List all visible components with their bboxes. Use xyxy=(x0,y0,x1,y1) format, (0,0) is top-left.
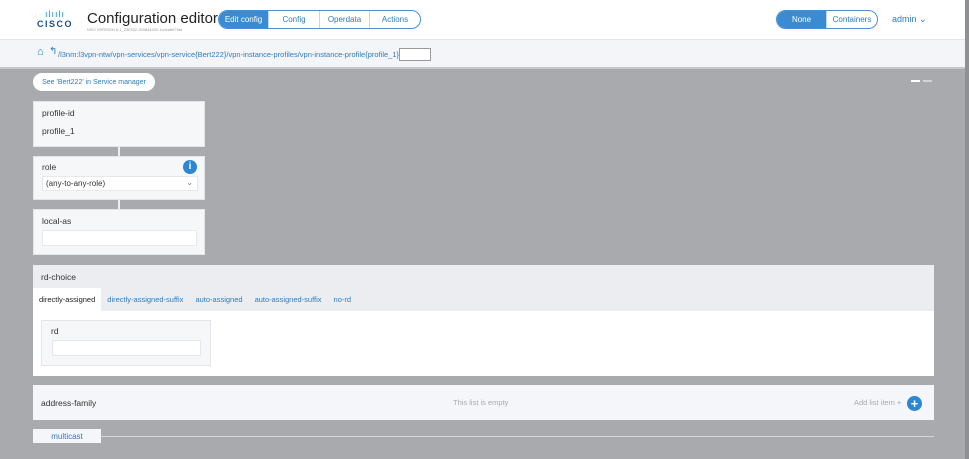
add-list-item-label[interactable]: Add list item + xyxy=(854,398,901,407)
tab-no-rd[interactable]: no-rd xyxy=(328,288,358,311)
address-family-label: address-family xyxy=(41,398,97,408)
address-family-list: address-family This list is empty Add li… xyxy=(33,385,934,420)
containers-view-button[interactable]: Containers xyxy=(827,11,877,28)
path-input[interactable] xyxy=(399,48,431,61)
info-icon[interactable]: i xyxy=(183,160,197,174)
rd-input[interactable] xyxy=(52,340,201,356)
app-title: Configuration editor xyxy=(87,10,218,27)
user-menu[interactable]: admin ⌄ xyxy=(892,14,927,25)
profile-id-label: profile-id xyxy=(42,108,75,118)
edit-config-tab[interactable]: Edit config xyxy=(219,11,269,28)
none-view-button[interactable]: None xyxy=(777,11,827,28)
cisco-logo: ılıılı cisco xyxy=(36,9,73,30)
tab-auto-assigned-suffix[interactable]: auto-assigned-suffix xyxy=(249,288,328,311)
role-value: (any-to-any-role) xyxy=(46,179,106,188)
rd-choice-tabs: directly-assigned directly-assigned-suff… xyxy=(33,288,357,311)
local-as-card: local-as xyxy=(33,209,205,255)
tab-auto-assigned[interactable]: auto-assigned xyxy=(189,288,248,311)
keypath-breadcrumb[interactable]: /l3nm:l3vpn-ntw/vpn-services/vpn-service… xyxy=(58,50,401,59)
empty-list-text: This list is empty xyxy=(453,398,509,407)
rd-choice-label: rd-choice xyxy=(41,272,76,282)
add-list-item-button[interactable]: + xyxy=(907,396,922,411)
rd-card: rd xyxy=(41,320,211,366)
view-toggle[interactable] xyxy=(911,74,935,82)
user-name: admin xyxy=(892,14,917,24)
version-label: NSO VERSION 6.1_230322.150844420.1cdcafe… xyxy=(87,27,183,32)
home-icon[interactable]: ⌂ xyxy=(37,46,44,58)
role-label: role xyxy=(42,162,57,172)
operdata-tab[interactable]: Operdata xyxy=(320,11,370,28)
profile-id-card: profile-id profile_1 xyxy=(33,101,205,147)
service-manager-button[interactable]: See 'Bert222' in Service manager xyxy=(33,73,155,91)
role-select[interactable]: (any-to-any-role) ⌄ xyxy=(42,176,198,191)
tab-directly-assigned[interactable]: directly-assigned xyxy=(33,288,102,311)
config-tab[interactable]: Config xyxy=(269,11,320,28)
local-as-input[interactable] xyxy=(42,230,197,246)
local-as-label: local-as xyxy=(42,216,72,226)
chevron-down-icon: ⌄ xyxy=(919,14,927,24)
rd-label: rd xyxy=(51,326,59,336)
window-edge xyxy=(965,0,969,459)
actions-tab[interactable]: Actions xyxy=(370,11,420,28)
chevron-down-icon: ⌄ xyxy=(186,178,193,187)
mode-switcher: Edit config Config Operdata Actions xyxy=(218,10,421,29)
up-level-icon[interactable]: ↰ xyxy=(49,46,57,57)
divider xyxy=(101,436,934,437)
multicast-tab[interactable]: multicast xyxy=(33,429,101,443)
rd-tab-content: rd xyxy=(33,311,934,376)
role-card: role i (any-to-any-role) ⌄ xyxy=(33,156,205,200)
tab-directly-assigned-suffix[interactable]: directly-assigned-suffix xyxy=(101,288,189,311)
view-switcher: None Containers xyxy=(776,10,878,29)
profile-id-value: profile_1 xyxy=(42,126,75,136)
